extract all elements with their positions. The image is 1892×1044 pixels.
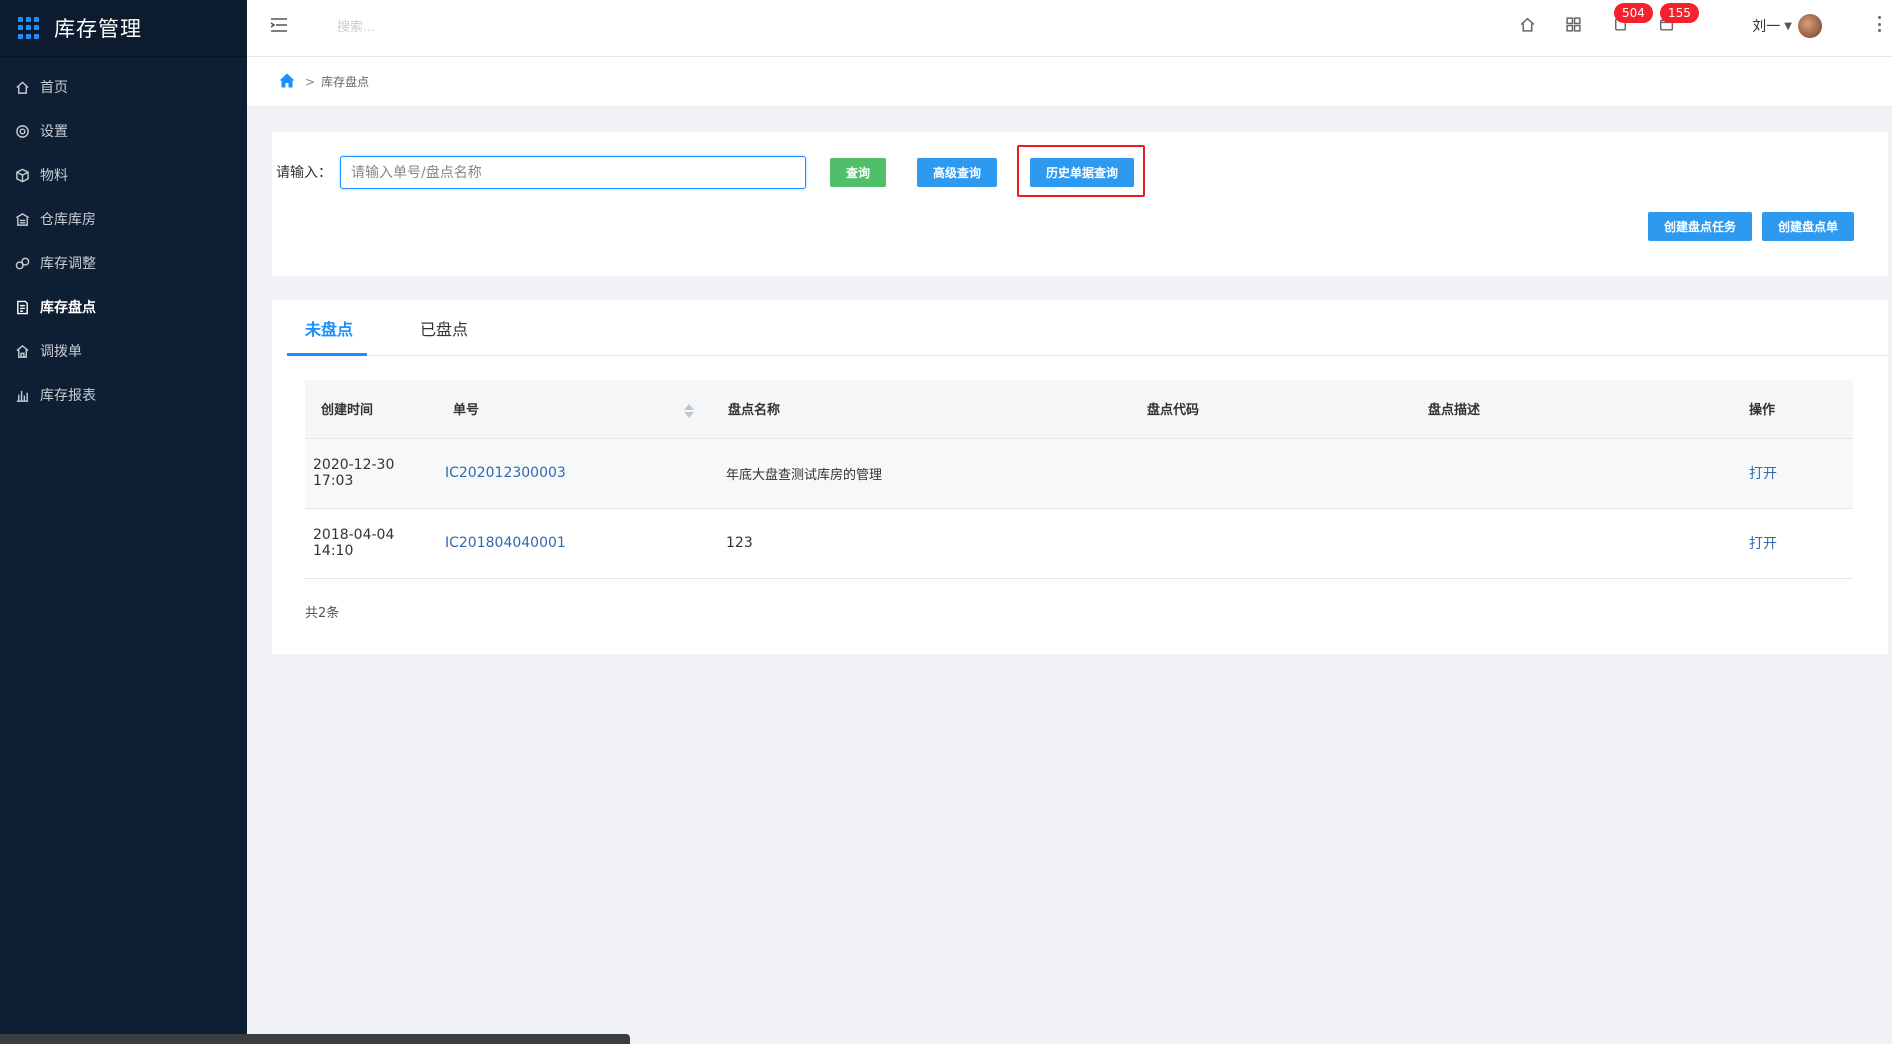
- home-icon[interactable]: [279, 73, 295, 91]
- avatar: [1798, 14, 1822, 38]
- user-menu[interactable]: 刘一 ▼: [1752, 14, 1822, 38]
- top-header: 504 155 刘一 ▼: [247, 0, 1892, 57]
- search-panel: 请输入： 查询 高级查询 历史单据查询 创建盘点任务 创建盘点单: [272, 132, 1888, 276]
- create-sheet-button[interactable]: 创建盘点单: [1762, 212, 1854, 241]
- browser-status-bar: [0, 1034, 630, 1044]
- inventory-list-card: 未盘点 已盘点 创建时间 单号 盘点名称 盘点代码 盘点描述 操作 2020-1…: [272, 300, 1888, 654]
- created-time: 14:10: [313, 543, 354, 559]
- cell-check-name: 年底大盘查测试库房的管理: [726, 438, 1147, 509]
- col-check-name: 盘点名称: [726, 380, 1147, 439]
- active-tab-indicator: [287, 353, 367, 356]
- sidebar-item-label: 库存盘点: [40, 300, 96, 316]
- created-date: 2020-12-30: [313, 457, 395, 473]
- sidebar-item-settings[interactable]: 设置: [0, 109, 247, 153]
- sidebar-item-label: 仓库库房: [40, 212, 96, 228]
- app-title: 库存管理: [54, 17, 142, 41]
- sort-icon[interactable]: [683, 403, 694, 418]
- home-icon: [14, 79, 30, 95]
- created-time: 17:03: [313, 473, 354, 489]
- col-created-time: 创建时间: [305, 380, 445, 439]
- cell-check-code: [1147, 438, 1428, 509]
- cell-order-number: IC202012300003: [445, 438, 726, 509]
- total-count: 共2条: [305, 606, 340, 621]
- advanced-query-button[interactable]: 高级查询: [917, 158, 997, 187]
- col-check-code: 盘点代码: [1147, 380, 1428, 439]
- app-logo[interactable]: 库存管理: [0, 0, 247, 57]
- col-actions: 操作: [1749, 380, 1853, 439]
- apps-icon[interactable]: [1563, 14, 1583, 34]
- tab-bar: 未盘点 已盘点: [287, 300, 1888, 356]
- sidebar-item-label: 调拨单: [40, 344, 82, 360]
- inventory-table: 创建时间 单号 盘点名称 盘点代码 盘点描述 操作 2020-12-30 17:…: [305, 380, 1853, 579]
- cell-check-desc: [1428, 508, 1749, 579]
- sidebar: 库存管理 首页 设置 物料 仓库库房 库存调整 库存盘点 调拨单 库存报表: [0, 0, 630, 1044]
- order-number-link[interactable]: IC201804040001: [445, 535, 566, 551]
- tab-checked[interactable]: 已盘点: [420, 316, 468, 340]
- cell-created-time: 2020-12-30 17:03: [305, 438, 445, 509]
- cell-actions: 打开: [1749, 438, 1853, 509]
- cell-created-time: 2018-04-04 14:10: [305, 508, 445, 579]
- more-vertical-icon[interactable]: [1878, 16, 1882, 32]
- sidebar-item-warehouse[interactable]: 仓库库房: [0, 197, 247, 241]
- message-badge: 155: [1660, 3, 1699, 23]
- table-header-row: 创建时间 单号 盘点名称 盘点代码 盘点描述 操作: [305, 380, 1853, 439]
- col-label: 单号: [453, 403, 480, 419]
- sidebar-item-transfer[interactable]: 调拨单: [0, 329, 247, 373]
- order-number-link[interactable]: IC202012300003: [445, 465, 566, 481]
- open-link[interactable]: 打开: [1749, 466, 1777, 482]
- menu-toggle-icon[interactable]: [269, 16, 289, 34]
- breadcrumb-current: 库存盘点: [321, 75, 370, 89]
- sidebar-item-stock-check[interactable]: 库存盘点: [0, 285, 247, 329]
- sidebar-item-label: 库存报表: [40, 388, 96, 404]
- chevron-down-icon: ▼: [1784, 20, 1792, 32]
- open-link[interactable]: 打开: [1749, 536, 1777, 552]
- sidebar-item-stock-report[interactable]: 库存报表: [0, 373, 247, 417]
- inventory-check-icon: [14, 299, 30, 315]
- sidebar-item-label: 首页: [40, 80, 68, 96]
- sidebar-item-materials[interactable]: 物料: [0, 153, 247, 197]
- sidebar-item-home[interactable]: 首页: [0, 65, 247, 109]
- col-order-number[interactable]: 单号: [445, 380, 726, 439]
- sidebar-item-label: 设置: [40, 124, 68, 140]
- user-name: 刘一: [1752, 19, 1781, 35]
- breadcrumb-separator: >: [305, 74, 316, 89]
- box-icon: [14, 167, 30, 183]
- tab-unchecked[interactable]: 未盘点: [305, 316, 353, 340]
- apps-grid-icon: [18, 17, 40, 39]
- query-button[interactable]: 查询: [830, 158, 886, 187]
- created-date: 2018-04-04: [313, 527, 395, 543]
- adjust-icon: [14, 255, 30, 271]
- cell-actions: 打开: [1749, 508, 1853, 579]
- sidebar-menu: 首页 设置 物料 仓库库房 库存调整 库存盘点 调拨单 库存报表: [0, 65, 247, 417]
- sidebar-item-stock-adjust[interactable]: 库存调整: [0, 241, 247, 285]
- cell-check-code: [1147, 508, 1428, 579]
- warehouse-icon: [14, 211, 30, 227]
- gear-icon: [14, 123, 30, 139]
- bar-chart-icon: [14, 387, 30, 403]
- breadcrumb: > 库存盘点: [247, 57, 1892, 107]
- sidebar-item-label: 物料: [40, 168, 68, 184]
- order-search-input[interactable]: [340, 156, 806, 189]
- cell-check-desc: [1428, 438, 1749, 509]
- search-input[interactable]: [337, 16, 537, 38]
- notification-bell-icon[interactable]: 504: [1610, 3, 1653, 34]
- cell-order-number: IC201804040001: [445, 508, 726, 579]
- message-icon[interactable]: 155: [1656, 3, 1699, 34]
- table-row: 2018-04-04 14:10 IC201804040001 123 打开: [305, 508, 1853, 579]
- col-check-desc: 盘点描述: [1428, 380, 1749, 439]
- create-task-button[interactable]: 创建盘点任务: [1648, 212, 1752, 241]
- sidebar-item-label: 库存调整: [40, 256, 96, 272]
- transfer-icon: [14, 343, 30, 359]
- notification-badge: 504: [1614, 3, 1653, 23]
- cell-check-name: 123: [726, 508, 1147, 579]
- history-query-button[interactable]: 历史单据查询: [1030, 158, 1134, 187]
- search-label: 请输入：: [276, 165, 332, 181]
- table-row: 2020-12-30 17:03 IC202012300003 年底大盘查测试库…: [305, 438, 1853, 509]
- home-icon[interactable]: [1517, 14, 1537, 34]
